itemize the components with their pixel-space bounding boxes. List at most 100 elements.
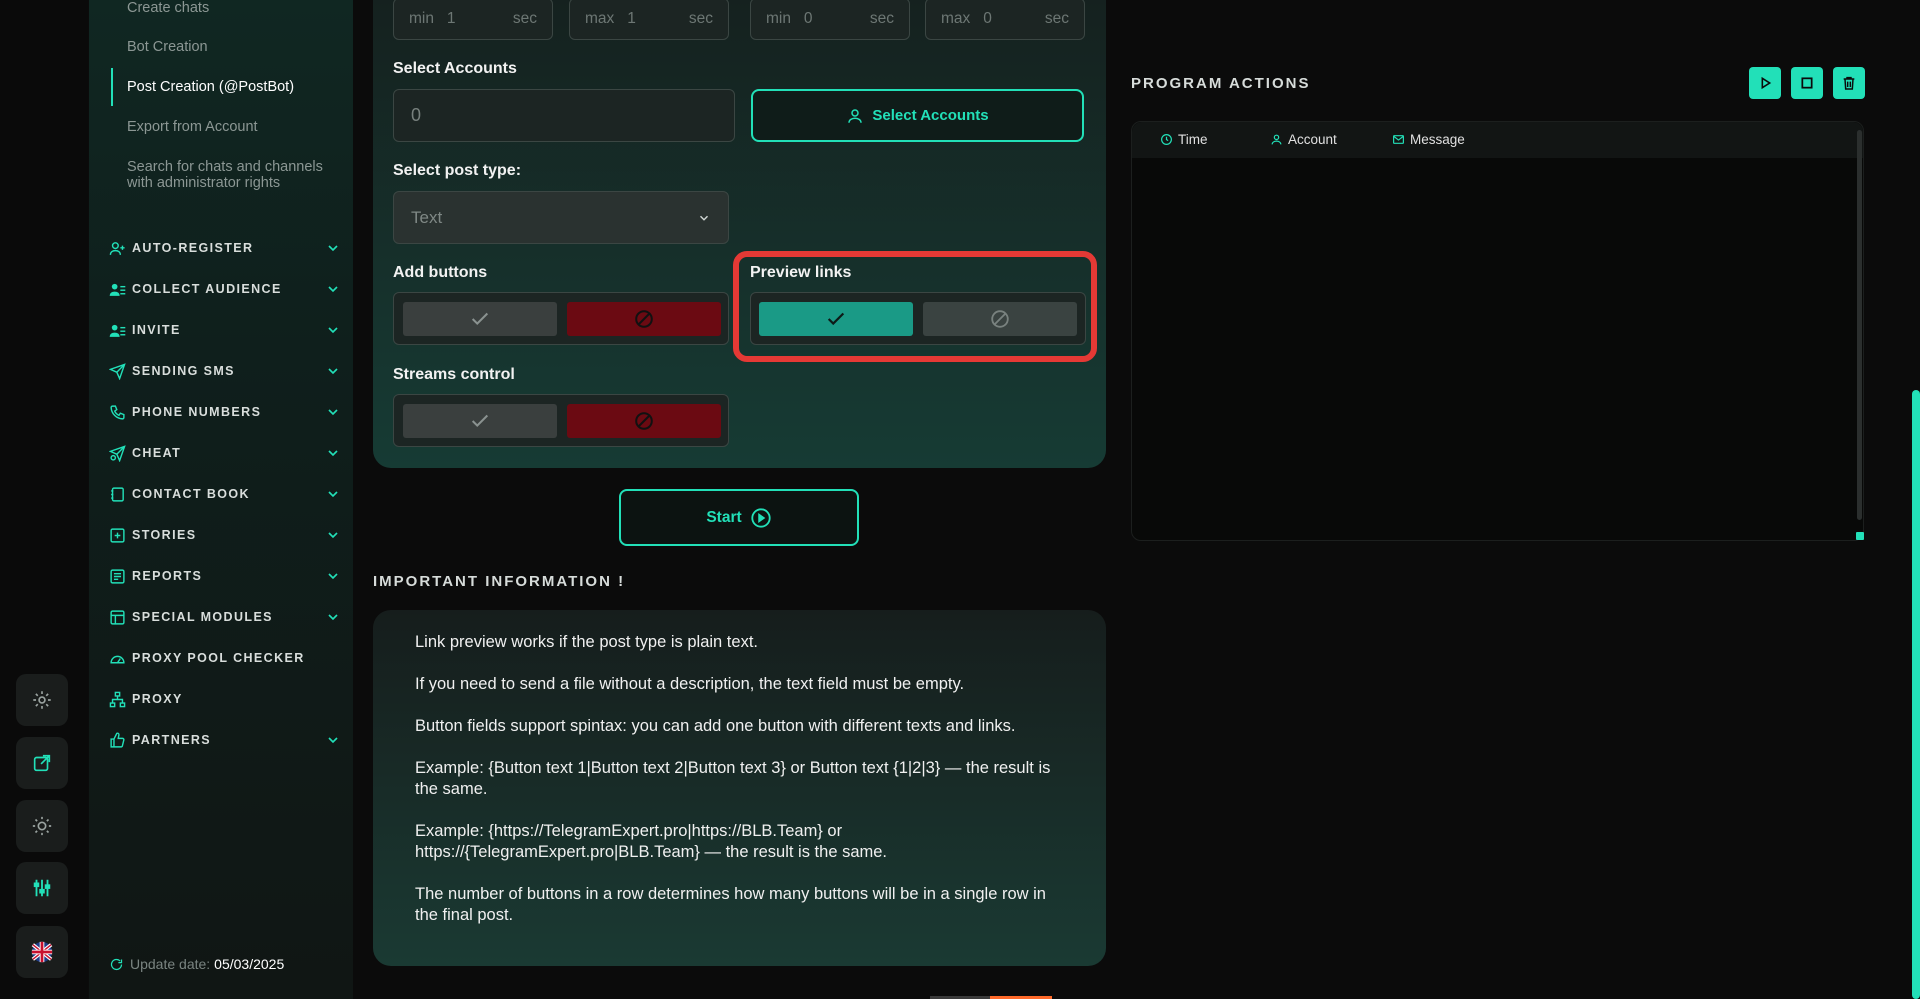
play-icon xyxy=(1761,76,1772,90)
sidebar-item-partners[interactable]: PARTNERS xyxy=(109,728,341,752)
plus-square-icon xyxy=(109,527,126,544)
thumb-icon xyxy=(109,732,126,749)
sidebar-item-stories[interactable]: STORIES xyxy=(109,523,341,547)
page-scrollbar[interactable] xyxy=(1912,390,1920,999)
add-buttons-toggle xyxy=(393,292,729,345)
sidebar-item-sending-sms[interactable]: SENDING SMS xyxy=(109,359,341,383)
streams-control-no[interactable] xyxy=(567,404,721,438)
sidebar-item-special-modules[interactable]: SPECIAL MODULES xyxy=(109,605,341,629)
play-button[interactable] xyxy=(1749,67,1781,99)
sidebar-subitem-post-creation[interactable]: Post Creation (@PostBot) xyxy=(127,79,337,95)
sidebar-item-label: SENDING SMS xyxy=(132,364,235,378)
refresh-icon xyxy=(110,958,123,970)
streams-control-label: Streams control xyxy=(393,366,515,383)
user-list-icon xyxy=(109,281,126,298)
resize-handle[interactable] xyxy=(1856,532,1864,540)
start-button[interactable]: Start xyxy=(619,489,859,546)
report-icon xyxy=(109,568,126,585)
sidebar-item-label: STORIES xyxy=(132,528,197,542)
pause-min-input[interactable]: min 0 sec xyxy=(750,0,910,40)
sidebar-item-proxy-pool-checker[interactable]: PROXY POOL CHECKER xyxy=(109,646,341,670)
sidebar-item-label: PARTNERS xyxy=(132,733,212,747)
sidebar-item-contact-book[interactable]: CONTACT BOOK xyxy=(109,482,341,506)
user-plus-icon xyxy=(109,240,126,257)
user-icon xyxy=(848,108,863,123)
update-label: Update date: xyxy=(130,956,211,972)
external-link-icon xyxy=(33,754,51,772)
book-icon xyxy=(109,486,126,503)
add-buttons-label: Add buttons xyxy=(393,264,488,281)
open-external-button[interactable] xyxy=(16,737,68,789)
chevron-down-icon xyxy=(328,409,338,416)
sidebar-item-collect-audience[interactable]: COLLECT AUDIENCE xyxy=(109,277,341,301)
highlight-box xyxy=(733,251,1097,362)
accounts-count-field[interactable]: 0 xyxy=(393,89,735,142)
sidebar: Create chats Bot Creation Post Creation … xyxy=(89,0,353,999)
chevron-down-icon xyxy=(328,737,338,744)
info-line: Example: {https://TelegramExpert.pro|htt… xyxy=(415,822,888,861)
settings-button[interactable] xyxy=(16,674,68,726)
gear-icon xyxy=(33,691,51,709)
phone-icon xyxy=(109,404,126,421)
clear-log-button[interactable] xyxy=(1833,67,1865,99)
select-accounts-button[interactable]: Select Accounts xyxy=(751,89,1084,142)
sidebar-subitem-search-chats[interactable]: Search for chats and channels with admin… xyxy=(127,159,337,191)
post-type-label: Select post type: xyxy=(393,162,522,179)
log-scrollbar[interactable] xyxy=(1857,130,1862,520)
user-list-icon xyxy=(109,322,126,339)
sidebar-subitem-create-chats[interactable]: Create chats xyxy=(127,0,337,16)
program-actions-title: PROGRAM ACTIONS xyxy=(1131,75,1311,92)
chevron-down-icon xyxy=(328,368,338,375)
sidebar-item-label: PROXY xyxy=(132,692,183,706)
update-date: Update date: 05/03/2025 xyxy=(109,956,284,972)
stop-icon xyxy=(1801,77,1813,89)
info-line: Example: {Button text 1|Button text 2|Bu… xyxy=(415,759,1051,798)
delay-max-input[interactable]: max 1 sec xyxy=(569,0,729,40)
sidebar-subitem-export[interactable]: Export from Account xyxy=(127,119,337,135)
add-buttons-yes[interactable] xyxy=(403,302,557,336)
delay-min-input[interactable]: min 1 sec xyxy=(393,0,553,40)
sidebar-item-proxy[interactable]: PROXY xyxy=(109,687,341,711)
user-icon xyxy=(1271,134,1282,145)
column-time[interactable]: Time xyxy=(1160,132,1208,147)
check-icon xyxy=(471,312,489,326)
sidebar-item-label: CHEAT xyxy=(132,446,182,460)
stop-button[interactable] xyxy=(1791,67,1823,99)
icon-rail xyxy=(0,0,88,999)
sidebar-subitem-bot-creation[interactable]: Bot Creation xyxy=(127,39,337,55)
sidebar-item-cheat[interactable]: CHEAT xyxy=(109,441,341,465)
info-line: If you need to send a file without a des… xyxy=(415,675,965,693)
action-log-table[interactable]: Time Account Message xyxy=(1131,121,1864,541)
chevron-down-icon xyxy=(328,614,338,621)
post-type-select[interactable]: Text xyxy=(393,191,729,244)
active-indicator xyxy=(111,68,113,106)
add-buttons-no[interactable] xyxy=(567,302,721,336)
sidebar-item-auto-register[interactable]: AUTO-REGISTER xyxy=(109,236,341,260)
select-accounts-label: Select Accounts xyxy=(393,60,517,77)
sidebar-item-label: CONTACT BOOK xyxy=(132,487,250,501)
theme-toggle-button[interactable] xyxy=(16,800,68,852)
play-circle-icon xyxy=(751,507,771,528)
sidebar-item-label: AUTO-REGISTER xyxy=(132,241,254,255)
sidebar-item-label: COLLECT AUDIENCE xyxy=(132,282,282,296)
streams-control-yes[interactable] xyxy=(403,404,557,438)
sidebar-item-phone-numbers[interactable]: PHONE NUMBERS xyxy=(109,400,341,424)
trash-icon xyxy=(1843,76,1855,90)
info-line: Button fields support spintax: you can a… xyxy=(415,717,1016,735)
sidebar-item-reports[interactable]: REPORTS xyxy=(109,564,341,588)
filters-button[interactable] xyxy=(16,862,68,914)
ban-icon xyxy=(635,412,653,430)
sidebar-item-invite[interactable]: INVITE xyxy=(109,318,341,342)
network-icon xyxy=(109,691,126,708)
update-value: 05/03/2025 xyxy=(214,956,285,972)
sidebar-item-label: INVITE xyxy=(132,323,181,337)
uk-flag-icon xyxy=(31,941,53,963)
column-account[interactable]: Account xyxy=(1270,132,1337,147)
chevron-down-icon xyxy=(328,450,338,457)
clock-icon xyxy=(1161,134,1172,145)
sun-icon xyxy=(32,816,52,836)
column-message[interactable]: Message xyxy=(1392,132,1465,147)
pause-max-input[interactable]: max 0 sec xyxy=(925,0,1085,40)
chevron-down-icon xyxy=(328,245,338,252)
language-button[interactable] xyxy=(16,926,68,978)
